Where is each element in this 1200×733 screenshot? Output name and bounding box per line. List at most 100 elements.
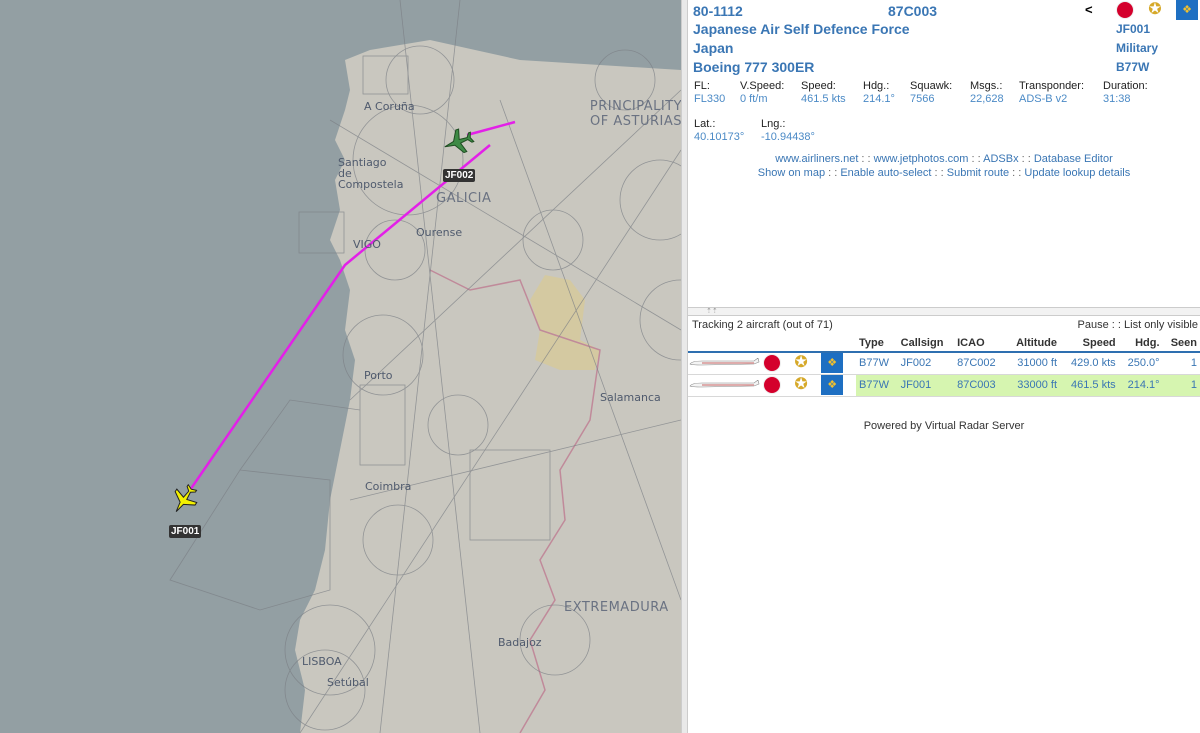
link-separator: : :: [858, 153, 874, 165]
city-label-ourense: Ourense: [416, 226, 463, 239]
aircraft-type: B77W: [1116, 60, 1150, 74]
cell-altitude: 31000 ft: [1005, 352, 1061, 375]
aircraft-model: Boeing 777 300ER: [693, 59, 815, 75]
field-value: ADS-B v2: [1019, 93, 1068, 105]
cell-seen: 1: [1162, 374, 1200, 397]
aircraft-label-jf001[interactable]: JF001: [169, 525, 202, 538]
country: Japan: [693, 40, 734, 56]
link-jetphotos[interactable]: www.jetphotos.com: [874, 153, 969, 165]
cell-heading: 250.0°: [1118, 352, 1163, 375]
field-value: FL330: [694, 93, 726, 105]
cell-callsign: JF001: [897, 374, 955, 397]
field-speed: Speed: 461.5 kts: [801, 80, 846, 106]
field-vspeed: V.Speed: 0 ft/m: [740, 80, 784, 106]
city-label-porto: Porto: [364, 369, 393, 382]
aircraft-label-jf002[interactable]: JF002: [443, 169, 476, 182]
field-label: Duration:: [1103, 80, 1148, 92]
field-label: Hdg.:: [863, 80, 890, 92]
field-squawk: Squawk: 7566: [910, 80, 952, 106]
link-database-editor[interactable]: Database Editor: [1034, 153, 1113, 165]
link-separator: : :: [825, 167, 841, 179]
row-icons: ✪ ❖: [688, 352, 856, 375]
cell-type: B77W: [856, 374, 898, 397]
field-label: Lng.:: [761, 118, 786, 130]
column-heading[interactable]: Hdg.: [1118, 334, 1163, 353]
cell-speed: 461.5 kts: [1060, 374, 1119, 397]
column-speed[interactable]: Speed: [1060, 334, 1119, 353]
field-label: Transponder:: [1019, 80, 1085, 92]
operator-name: Japanese Air Self Defence Force: [693, 21, 910, 37]
table-row[interactable]: ✪ ❖ B77W JF001 87C003 33000 ft 461.5 kts…: [688, 374, 1200, 397]
row-icons: ✪ ❖: [688, 374, 856, 397]
aircraft-jf001-icon: [174, 483, 198, 512]
cell-type: B77W: [856, 352, 898, 375]
table-header-row: Type Callsign ICAO Altitude Speed Hdg. S…: [688, 334, 1200, 353]
city-label-a-coruna: A Coruña: [364, 100, 415, 113]
city-label-setubal: Setúbal: [327, 676, 369, 689]
link-adsbx[interactable]: ADSBx: [983, 153, 1018, 165]
field-heading: Hdg.: 214.1°: [863, 80, 895, 106]
cell-altitude: 33000 ft: [1005, 374, 1061, 397]
field-value: 40.10173°: [694, 131, 745, 143]
link-airliners[interactable]: www.airliners.net: [775, 153, 858, 165]
city-label-coimbra: Coimbra: [365, 480, 412, 493]
aircraft-silhouette-icon: [689, 380, 760, 388]
column-type[interactable]: Type: [856, 334, 898, 353]
field-label: Msgs.:: [970, 80, 1003, 92]
japan-flag-icon: [1116, 1, 1134, 19]
callsign: JF001: [1116, 22, 1151, 36]
panel-splitter[interactable]: [681, 0, 688, 733]
field-duration: Duration: 31:38: [1103, 80, 1148, 106]
link-show-on-map[interactable]: Show on map: [758, 167, 825, 179]
registration: 80-1112: [693, 3, 743, 19]
table-row[interactable]: ✪ ❖ B77W JF002 87C002 31000 ft 429.0 kts…: [688, 352, 1200, 375]
map-view[interactable]: A Coruña Santiago de Compostela Vigo Our…: [0, 0, 681, 733]
field-longitude: Lng.: -10.94438°: [761, 118, 815, 144]
link-separator: : :: [1009, 167, 1025, 179]
aircraft-silhouette-icon: [689, 358, 760, 366]
link-separator: : :: [1108, 319, 1125, 331]
link-update-lookup[interactable]: Update lookup details: [1024, 167, 1130, 179]
field-value: 22,628: [970, 93, 1004, 105]
field-label: Squawk:: [910, 80, 953, 92]
cell-icao: 87C003: [954, 374, 1006, 397]
japan-flag-icon: [763, 354, 782, 373]
link-separator: : :: [1018, 153, 1034, 165]
column-seen[interactable]: Seen: [1162, 334, 1200, 353]
aircraft-table: Type Callsign ICAO Altitude Speed Hdg. S…: [688, 334, 1200, 397]
region-label-extremadura: EXTREMADURA: [564, 600, 669, 615]
field-value: 461.5 kts: [801, 93, 846, 105]
field-latitude: Lat.: 40.10173°: [694, 118, 744, 144]
external-links: www.airliners.net : : www.jetphotos.com …: [688, 153, 1200, 165]
japan-flag-icon: [763, 376, 782, 394]
column-callsign[interactable]: Callsign: [897, 334, 955, 353]
list-header-bar: Tracking 2 aircraft (out of 71) Pause : …: [688, 316, 1200, 334]
city-label-badajoz: Badajoz: [498, 636, 542, 649]
field-label: V.Speed:: [740, 80, 785, 92]
field-label: FL:: [694, 80, 710, 92]
column-icao[interactable]: ICAO: [954, 334, 1006, 353]
cell-heading: 214.1°: [1118, 374, 1163, 397]
field-label: Speed:: [801, 80, 836, 92]
column-icons: [688, 334, 856, 353]
link-submit-route[interactable]: Submit route: [947, 167, 1009, 179]
jasdf-emblem-icon: ✪: [794, 376, 808, 393]
city-label-lisboa: Lisboa: [302, 655, 342, 668]
link-separator: : :: [968, 153, 984, 165]
list-splitter[interactable]: ⇡⇡: [688, 308, 1200, 316]
field-altitude: FL: FL330: [694, 80, 725, 106]
operator-logo-icon: ❖: [1176, 0, 1198, 20]
collapse-icon[interactable]: <: [1085, 2, 1093, 17]
city-label-santiago: Santiago de Compostela: [338, 156, 404, 191]
operator-logo-icon: ❖: [821, 375, 844, 395]
column-altitude[interactable]: Altitude: [1005, 334, 1061, 353]
field-value: -10.94438°: [761, 131, 815, 143]
field-value: 7566: [910, 93, 935, 105]
city-label-salamanca: Salamanca: [600, 391, 661, 404]
cell-icao: 87C002: [954, 352, 1006, 375]
pause-link[interactable]: Pause: [1078, 319, 1109, 331]
cell-callsign: JF002: [897, 352, 955, 375]
list-only-visible-link[interactable]: List only visible: [1124, 319, 1198, 331]
link-enable-auto-select[interactable]: Enable auto-select: [840, 167, 931, 179]
jasdf-emblem-icon: ✪: [1148, 1, 1162, 18]
